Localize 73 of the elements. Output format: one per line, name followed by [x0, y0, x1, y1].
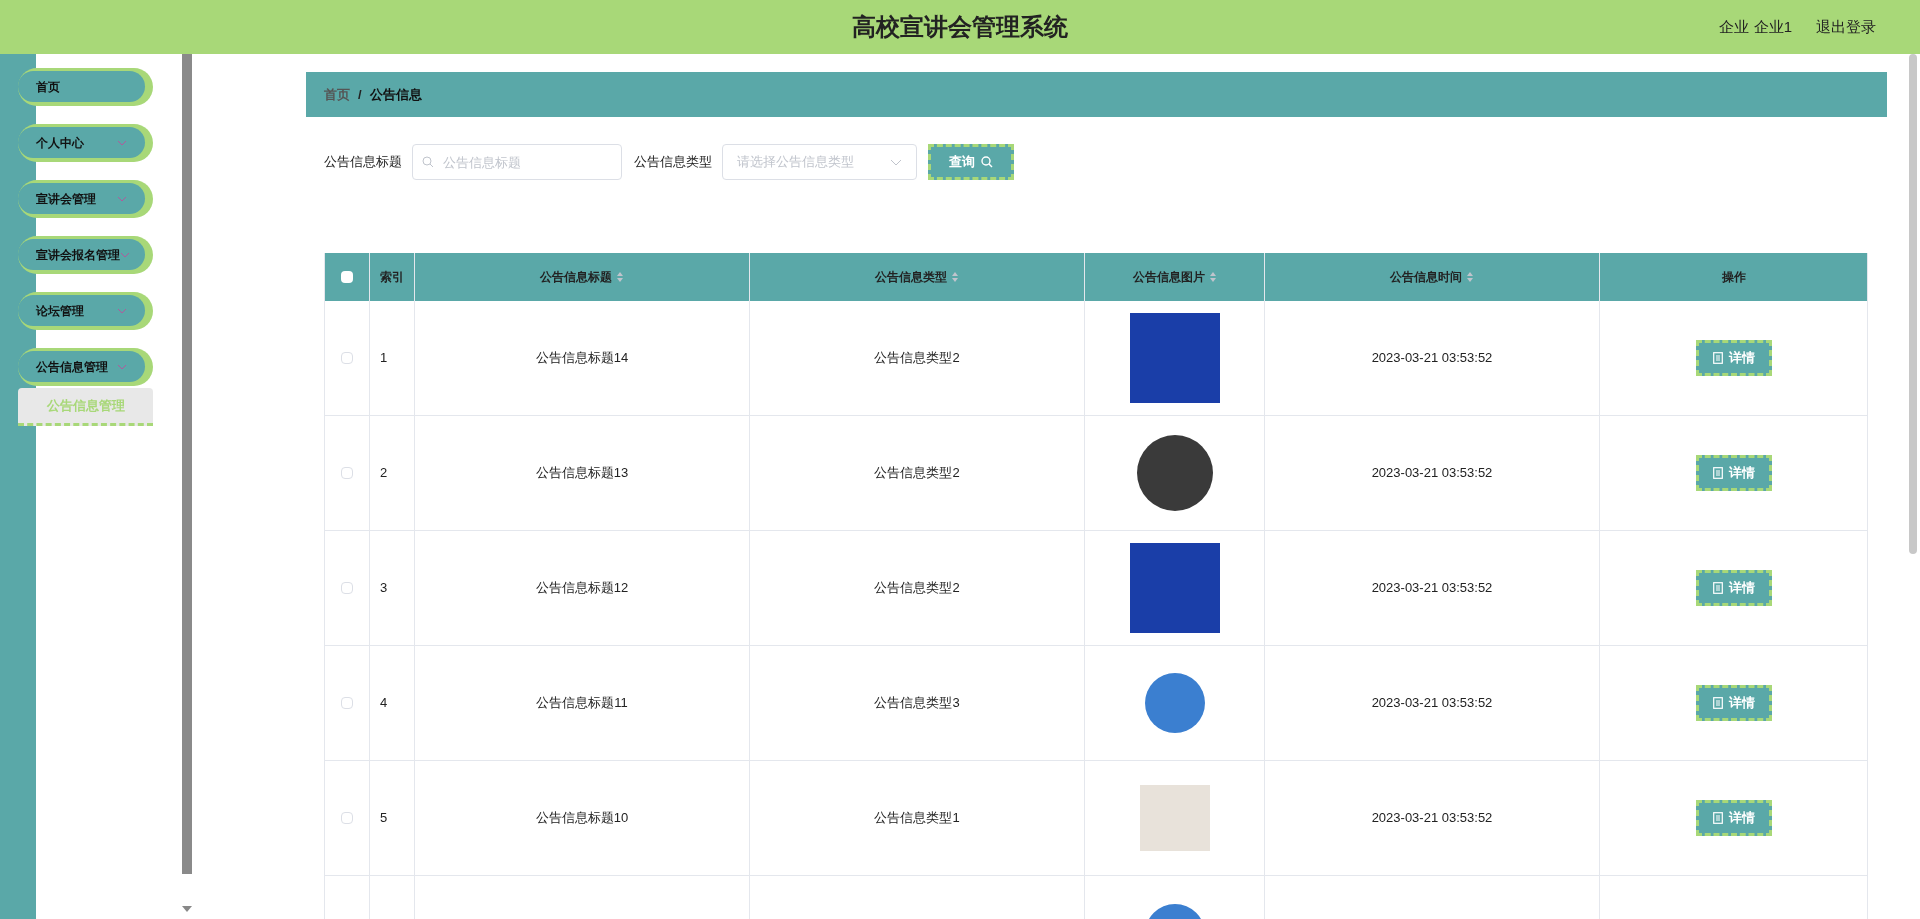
menu-item[interactable]: 论坛管理 — [18, 292, 153, 330]
table-cell-text: 公告信息标题13 — [535, 464, 629, 483]
menu-label: 公告信息管理 — [36, 358, 109, 376]
document-icon — [1712, 352, 1723, 364]
menu-label: 宣讲会报名管理 — [36, 246, 120, 264]
table-cell-text: 2023-03-21 03:53:52 — [1371, 809, 1493, 828]
menu-label: 首页 — [36, 78, 61, 96]
table-cell-text: 公告信息类型3 — [874, 694, 960, 713]
document-icon — [1712, 812, 1723, 824]
app-title: 高校宣讲会管理系统 — [852, 12, 1068, 42]
search-icon — [981, 156, 993, 168]
table-cell-text: 公告信息类型1 — [874, 809, 960, 828]
menu-item[interactable]: 宣讲会管理 — [18, 180, 153, 218]
chevron-icon — [117, 307, 127, 314]
table-cell-text: 公告信息标题14 — [535, 349, 629, 368]
table-cell-text: 公告信息标题10 — [535, 809, 629, 828]
column-header[interactable]: 公告信息时间 — [1265, 253, 1600, 301]
sort-icon[interactable] — [951, 271, 959, 283]
chevron-down-icon — [890, 158, 902, 166]
document-icon — [1712, 582, 1723, 594]
table-cell-text: 2023-03-21 03:53:52 — [1371, 464, 1493, 483]
table-cell-text: 2023-03-21 03:53:52 — [1371, 349, 1493, 368]
breadcrumb-separator: / — [358, 85, 362, 104]
row-checkbox[interactable] — [341, 467, 353, 479]
row-checkbox[interactable] — [341, 697, 353, 709]
table-cell-text: 公告信息类型2 — [874, 464, 960, 483]
sort-icon[interactable] — [616, 271, 624, 283]
chevron-icon — [117, 363, 127, 370]
sort-icon[interactable] — [1466, 271, 1474, 283]
menu-item[interactable]: 宣讲会报名管理 — [18, 236, 153, 274]
table-cell-text: 2 — [380, 464, 388, 483]
menu-item[interactable]: 公告信息管理 — [18, 348, 153, 386]
row-checkbox[interactable] — [341, 582, 353, 594]
field-label: 公告信息类型 — [634, 153, 712, 172]
column-header[interactable]: 公告信息标题 — [415, 253, 750, 301]
column-header[interactable]: 公告信息类型 — [750, 253, 1085, 301]
field-label: 公告信息标题 — [324, 153, 402, 172]
menu-item[interactable]: 个人中心 — [18, 124, 153, 162]
user-name: 企业 企业1 — [1719, 16, 1792, 37]
menu-label: 宣讲会管理 — [36, 190, 97, 208]
chevron-icon — [117, 195, 127, 202]
table-cell-text: 4 — [380, 694, 388, 713]
row-checkbox[interactable] — [341, 352, 353, 364]
table-cell-text: 3 — [380, 579, 388, 598]
page-scrollbar[interactable] — [1909, 54, 1917, 554]
row-checkbox[interactable] — [341, 812, 353, 824]
breadcrumb-item: 公告信息 — [369, 85, 422, 104]
document-icon — [1712, 697, 1723, 709]
chevron-icon — [117, 139, 127, 146]
table-cell-text: 1 — [380, 349, 388, 368]
select-all-checkbox[interactable] — [341, 271, 353, 283]
table-cell-text: 5 — [380, 809, 388, 828]
column-header: 索引 — [370, 253, 415, 301]
menu-label: 个人中心 — [36, 134, 85, 152]
search-icon — [422, 156, 434, 168]
column-header: 操作 — [1600, 253, 1868, 301]
sort-icon[interactable] — [1208, 271, 1217, 283]
table-cell-text: 公告信息标题12 — [535, 579, 629, 598]
table-cell-text: 公告信息类型2 — [874, 349, 960, 368]
chevron-icon — [120, 251, 130, 258]
menu-item[interactable]: 首页 — [18, 68, 153, 106]
scroll-down-icon[interactable] — [182, 906, 192, 912]
table-cell-text: 2023-03-21 03:53:52 — [1371, 694, 1493, 713]
photo-placeholder — [1139, 785, 1210, 851]
table-cell-text: 2023-03-21 03:53:52 — [1371, 579, 1493, 598]
menu-label: 论坛管理 — [36, 302, 85, 320]
document-icon — [1712, 467, 1723, 479]
column-header[interactable]: 公告信息图片 — [1085, 253, 1265, 301]
table-cell-text: 公告信息类型2 — [874, 579, 960, 598]
title-search-field[interactable]: 公告信息标题 — [412, 144, 622, 180]
logout-link[interactable]: 退出登录 — [1816, 15, 1876, 39]
table-cell-text: 公告信息标题11 — [536, 694, 628, 713]
sidebar-scrollbar[interactable] — [182, 54, 192, 874]
